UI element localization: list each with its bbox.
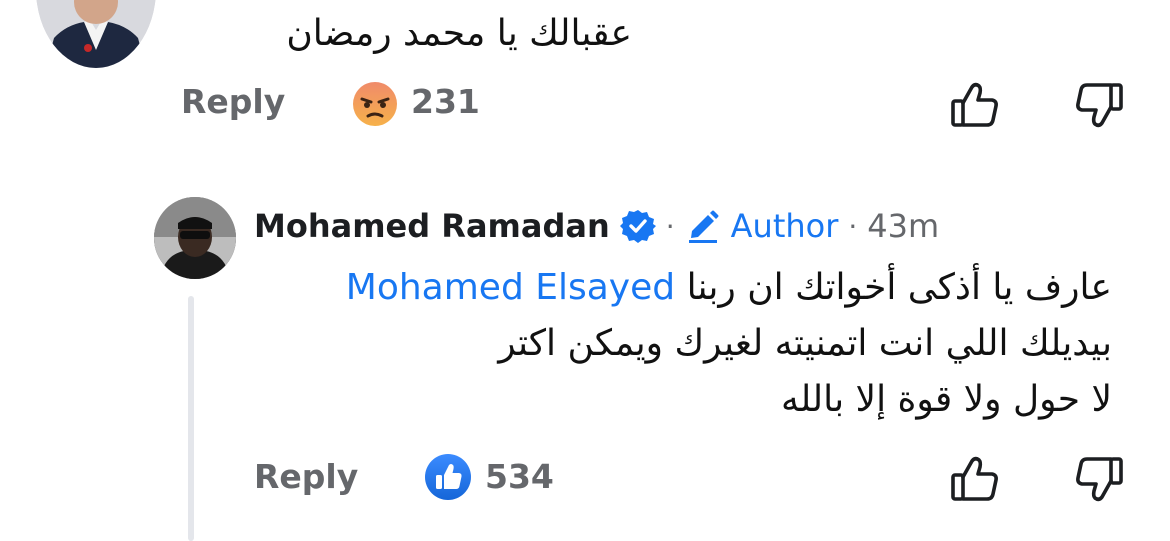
- comment-text: عقبالك يا محمد رمضان: [286, 13, 632, 54]
- comment-line-3: لا حول ولا قوة إلا بالله: [780, 379, 1112, 420]
- separator: ·: [848, 209, 858, 243]
- comment-text: عارف يا أذكى أخواتك ان ربنا Mohamed Elsa…: [212, 260, 1112, 428]
- separator: ·: [665, 209, 675, 243]
- thumbs-up-icon[interactable]: [948, 452, 1002, 506]
- author-name[interactable]: Mohamed Ramadan: [254, 207, 610, 245]
- thumbs-down-icon[interactable]: [1072, 78, 1126, 132]
- comment-line-2: بيديلك اللي انت اتمنيته لغيرك ويمكن اكتر: [498, 323, 1112, 364]
- like-icon[interactable]: [424, 453, 472, 501]
- angry-face-icon[interactable]: [350, 81, 400, 127]
- reply-button[interactable]: Reply: [254, 457, 358, 496]
- thread-line: [188, 296, 194, 541]
- author-badge: Author: [730, 207, 839, 245]
- pencil-icon: [685, 208, 721, 244]
- reaction-count[interactable]: 534: [485, 457, 554, 496]
- thumbs-down-icon[interactable]: [1072, 452, 1126, 506]
- thumbs-up-icon[interactable]: [948, 78, 1002, 132]
- reply-button[interactable]: Reply: [181, 82, 285, 121]
- verified-badge-icon: [619, 208, 656, 244]
- comment-line-1-text: عارف يا أذكى أخواتك ان ربنا: [686, 267, 1112, 308]
- comment-header: Mohamed Ramadan · Author · 43m: [254, 200, 939, 252]
- mention-link[interactable]: Mohamed Elsayed: [346, 267, 675, 308]
- comment-line-1: عارف يا أذكى أخواتك ان ربنا Mohamed Elsa…: [212, 260, 1112, 316]
- reaction-count[interactable]: 231: [411, 82, 480, 121]
- timestamp[interactable]: 43m: [867, 207, 939, 245]
